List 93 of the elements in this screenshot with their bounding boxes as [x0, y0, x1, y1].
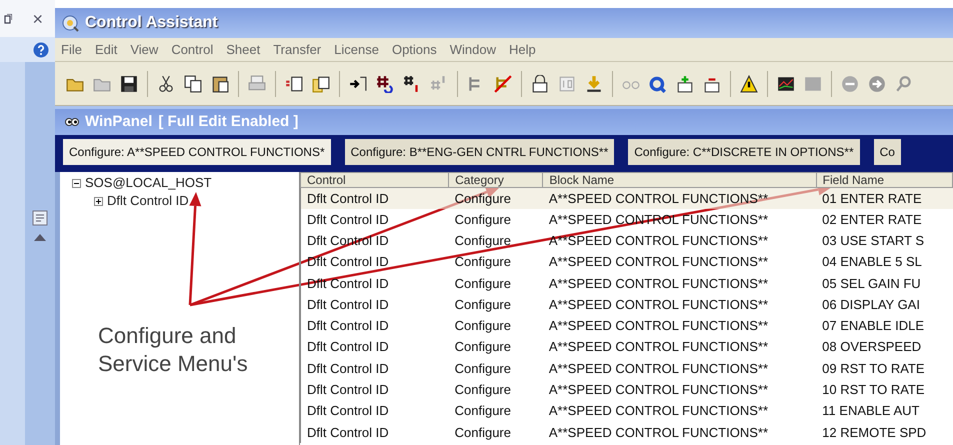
- menu-item[interactable]: Options: [392, 40, 437, 60]
- table-cell[interactable]: A**SPEED CONTROL FUNCTIONS**: [542, 230, 816, 252]
- panel-icon[interactable]: [32, 210, 48, 226]
- tree-item[interactable]: SOS@LOCAL_HOST: [85, 173, 212, 193]
- table-cell[interactable]: Dflt Control ID: [300, 422, 449, 444]
- menu-item[interactable]: File: [61, 40, 82, 60]
- selected-cell[interactable]: Dflt Control ID: [300, 188, 449, 209]
- table-cell[interactable]: 12 REMOTE SPD: [816, 422, 952, 444]
- scroll-up-icon[interactable]: [34, 234, 46, 241]
- table-cell[interactable]: Configure: [448, 208, 543, 230]
- menu-item[interactable]: View: [130, 40, 158, 60]
- table-cell[interactable]: A**SPEED CONTROL FUNCTIONS**: [542, 422, 816, 444]
- table-cell[interactable]: A**SPEED CONTROL FUNCTIONS**: [542, 379, 816, 400]
- tab[interactable]: Configure: B**ENG-GEN CNTRL FUNCTIONS**: [344, 139, 614, 165]
- table-cell[interactable]: 11 ENABLE AUT: [816, 400, 952, 422]
- table-cell[interactable]: 10 RST TO RATE: [816, 379, 952, 400]
- table-cell[interactable]: Configure: [448, 294, 543, 316]
- menu-item[interactable]: Window: [450, 40, 496, 60]
- query-icon[interactable]: [649, 74, 667, 92]
- column-header[interactable]: Control: [300, 172, 449, 188]
- next-icon[interactable]: [868, 74, 886, 92]
- table-cell[interactable]: Dflt Control ID: [300, 358, 449, 380]
- table-cell[interactable]: 08 OVERSPEED: [816, 336, 952, 358]
- panel-title: WinPanel: [85, 112, 152, 132]
- save-icon[interactable]: [120, 74, 138, 92]
- scissors-icon[interactable]: [157, 74, 175, 92]
- table-cell[interactable]: A**SPEED CONTROL FUNCTIONS**: [542, 272, 816, 294]
- column-header[interactable]: Category: [448, 172, 543, 188]
- table-cell[interactable]: Configure: [448, 400, 543, 422]
- tab[interactable]: Configure: C**DISCRETE IN OPTIONS**: [628, 139, 860, 165]
- window-title: Control Assistant: [85, 13, 218, 33]
- tree-item[interactable]: Dflt Control ID: [107, 191, 189, 211]
- eyes-icon: [65, 118, 79, 126]
- callout-text: Configure and Service Menu's: [98, 322, 249, 378]
- table-cell[interactable]: 04 ENABLE 5 SL: [816, 251, 952, 273]
- app-icon: [61, 14, 79, 32]
- table-cell[interactable]: Configure: [448, 379, 543, 400]
- import-icon[interactable]: [349, 74, 367, 92]
- document-icon[interactable]: [285, 74, 303, 92]
- table-cell[interactable]: Configure: [448, 230, 543, 252]
- document-icon[interactable]: [312, 74, 330, 92]
- menu-item[interactable]: Help: [509, 40, 536, 60]
- restore-icon[interactable]: [4, 14, 12, 24]
- table-cell[interactable]: 07 ENABLE IDLE: [816, 315, 952, 337]
- menu-item[interactable]: Sheet: [226, 40, 260, 60]
- close-button[interactable]: ×: [32, 10, 43, 28]
- table-cell[interactable]: Configure: [448, 358, 543, 380]
- table-cell[interactable]: Dflt Control ID: [300, 379, 449, 400]
- menu-item[interactable]: Edit: [94, 40, 118, 60]
- table-cell[interactable]: Dflt Control ID: [300, 208, 449, 230]
- grid-icon[interactable]: [376, 74, 394, 92]
- tab[interactable]: Configure: A**SPEED CONTROL FUNCTIONS*: [63, 139, 331, 165]
- table-cell[interactable]: Dflt Control ID: [300, 315, 449, 337]
- menu-item[interactable]: Control: [171, 40, 214, 60]
- table-cell[interactable]: Configure: [448, 251, 543, 273]
- menu-item[interactable]: Transfer: [273, 40, 322, 60]
- table-cell[interactable]: 03 USE START S: [816, 230, 952, 252]
- help-icon[interactable]: [33, 42, 49, 58]
- table-cell[interactable]: Configure: [448, 315, 543, 337]
- table-cell[interactable]: A**SPEED CONTROL FUNCTIONS**: [542, 336, 816, 358]
- selected-cell[interactable]: Configure: [448, 188, 543, 209]
- table-cell[interactable]: Configure: [448, 422, 543, 444]
- table-cell[interactable]: Dflt Control ID: [300, 294, 449, 316]
- table-cell[interactable]: Dflt Control ID: [300, 336, 449, 358]
- table-cell[interactable]: Dflt Control ID: [300, 400, 449, 422]
- warning-icon[interactable]: [740, 74, 758, 92]
- tab[interactable]: Co: [874, 139, 901, 165]
- copy-icon[interactable]: [184, 74, 202, 92]
- lock-icon[interactable]: [531, 74, 549, 92]
- table-cell[interactable]: A**SPEED CONTROL FUNCTIONS**: [542, 358, 816, 380]
- table-cell[interactable]: 05 SEL GAIN FU: [816, 272, 952, 294]
- table-cell[interactable]: Configure: [448, 336, 543, 358]
- table-cell[interactable]: 09 RST TO RATE: [816, 358, 952, 380]
- column-header[interactable]: Block Name: [542, 172, 816, 188]
- selected-cell[interactable]: 01 ENTER RATE: [816, 188, 952, 209]
- table-cell[interactable]: A**SPEED CONTROL FUNCTIONS**: [542, 315, 816, 337]
- table-cell[interactable]: Dflt Control ID: [300, 251, 449, 273]
- expand-icon[interactable]: [94, 196, 103, 206]
- chart-icon[interactable]: [777, 74, 795, 92]
- add-row-icon[interactable]: [676, 74, 694, 92]
- selected-cell[interactable]: A**SPEED CONTROL FUNCTIONS**: [542, 188, 816, 209]
- menu-item[interactable]: License: [334, 40, 379, 60]
- collapse-icon[interactable]: [72, 178, 81, 188]
- column-header[interactable]: Field Name: [816, 172, 952, 188]
- table-cell[interactable]: A**SPEED CONTROL FUNCTIONS**: [542, 251, 816, 273]
- clipboard-icon[interactable]: [211, 74, 229, 92]
- table-cell[interactable]: 06 DISPLAY GAI: [816, 294, 952, 316]
- table-cell[interactable]: A**SPEED CONTROL FUNCTIONS**: [542, 294, 816, 316]
- table-cell[interactable]: 02 ENTER RATE: [816, 208, 952, 230]
- panel-status: [ Full Edit Enabled ]: [158, 112, 298, 132]
- table-cell[interactable]: A**SPEED CONTROL FUNCTIONS**: [542, 400, 816, 422]
- download-icon[interactable]: [585, 74, 603, 92]
- table-cell[interactable]: Configure: [448, 272, 543, 294]
